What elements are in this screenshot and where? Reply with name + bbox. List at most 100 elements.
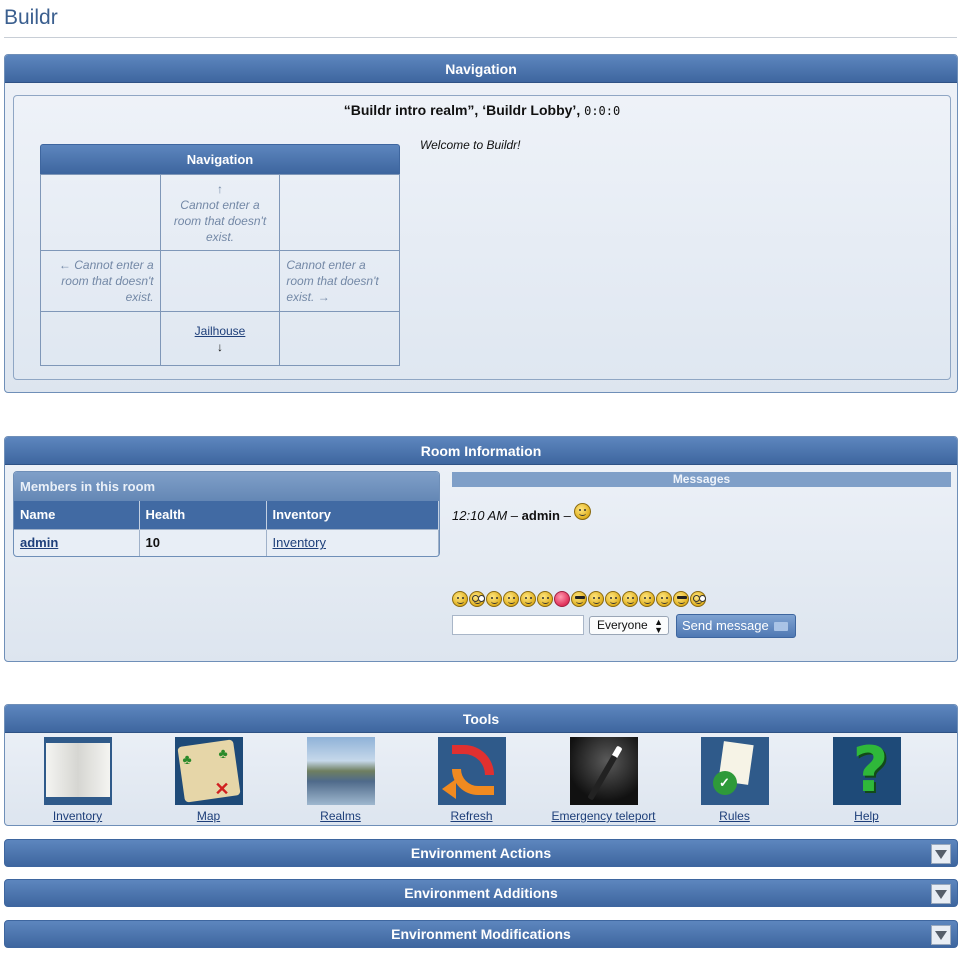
navigation-grid-table: ↑ Cannot enter a room that doesn't exist… [40, 174, 400, 366]
environment-actions-bar[interactable]: Environment Actions [4, 839, 958, 867]
column-header-health: Health [139, 501, 267, 529]
right-arrow-icon: → [317, 290, 330, 304]
shocked-icon[interactable] [690, 591, 706, 607]
environment-actions-label: Environment Actions [410, 845, 552, 861]
nav-cell-west: ← Cannot enter a room that doesn't exist… [40, 250, 161, 312]
members-box: Members in this room Name Health Invento… [13, 471, 440, 557]
room-information-header: Room Information [5, 437, 957, 465]
nav-cell-south: Jailhouse ↓ [159, 311, 281, 366]
envelope-icon [774, 622, 788, 631]
smiley-picker [452, 591, 707, 607]
smiley-icon [574, 503, 592, 520]
east-status: Cannot enter a room that doesn't exist. [286, 258, 379, 304]
room-information-panel: Room Information Members in this room Na… [4, 436, 958, 662]
heart-icon[interactable] [554, 591, 570, 607]
tools-header: Tools [5, 705, 957, 733]
refresh-arrow-icon[interactable] [437, 737, 506, 805]
chat-message-input[interactable] [452, 615, 584, 635]
north-status: Cannot enter a room that doesn't exist. [173, 197, 267, 244]
tool-label-emergency-teleport[interactable]: Emergency teleport [538, 809, 669, 823]
recipient-select[interactable]: Everyone ▲ ▼ [589, 616, 669, 635]
sunglasses-icon[interactable] [673, 591, 689, 607]
checklist-icon[interactable]: ✓ [700, 737, 769, 805]
teeth-icon[interactable] [656, 591, 672, 607]
neutral-icon[interactable] [622, 591, 638, 607]
realm-name: “Buildr intro realm”, ‘Buildr Lobby’, [343, 102, 581, 118]
down-arrow-icon: ↓ [216, 339, 223, 354]
environment-additions-label: Environment Additions [404, 885, 558, 901]
members-title: Members in this room [14, 472, 439, 501]
magic-wand-icon[interactable] [569, 737, 638, 805]
tool-refresh[interactable]: Refresh [406, 737, 537, 823]
send-message-label: Send message [682, 618, 769, 633]
nav-cell-sw [40, 311, 161, 366]
tools-row: Inventory ✕ ♣ ♣ Map Realms Refresh Emerg… [5, 737, 957, 827]
navigation-panel-header: Navigation [5, 55, 957, 83]
tool-help[interactable]: ? Help [801, 737, 932, 823]
message-separator: – [510, 508, 519, 523]
laugh-icon[interactable] [588, 591, 604, 607]
tool-realms[interactable]: Realms [275, 737, 406, 823]
nav-cell-se [279, 311, 400, 366]
nav-cell-north: ↑ Cannot enter a room that doesn't exist… [159, 174, 281, 251]
tool-label-realms[interactable]: Realms [275, 809, 406, 823]
cool-icon[interactable] [571, 591, 587, 607]
recipient-selected: Everyone [597, 618, 648, 632]
nav-cell-ne [279, 174, 400, 251]
title-divider [4, 37, 957, 38]
tool-emergency-teleport[interactable]: Emergency teleport [538, 737, 669, 823]
tool-label-rules[interactable]: Rules [669, 809, 800, 823]
left-arrow-icon: ← [58, 258, 71, 272]
members-table: Name Health Inventory admin 10 Inventory [14, 501, 439, 556]
messages-title: Messages [452, 472, 951, 487]
confused-icon[interactable] [537, 591, 553, 607]
expand-toggle-icon[interactable] [931, 844, 951, 864]
nav-link-jailhouse[interactable]: Jailhouse [195, 324, 246, 338]
navigation-grid: Navigation ↑ Cannot enter a room that do… [40, 144, 400, 366]
sad-icon[interactable] [605, 591, 621, 607]
grin-icon[interactable] [503, 591, 519, 607]
question-mark-icon[interactable]: ? [832, 737, 901, 805]
nav-cell-center [159, 250, 281, 312]
nav-cell-east: Cannot enter a room that doesn't exist. … [279, 250, 400, 312]
tool-label-help[interactable]: Help [801, 809, 932, 823]
navigation-panel: Navigation “Buildr intro realm”, ‘Buildr… [4, 54, 958, 393]
member-health: 10 [139, 528, 267, 556]
column-header-inventory: Inventory [266, 501, 439, 529]
column-header-name: Name [14, 501, 140, 529]
realm-coordinates: 0:0:0 [584, 104, 621, 118]
tools-panel: Tools Inventory ✕ ♣ ♣ Map Realms Refresh… [4, 704, 958, 826]
expand-toggle-icon[interactable] [931, 925, 951, 945]
tool-inventory[interactable]: Inventory [12, 737, 143, 823]
expand-toggle-icon[interactable] [931, 884, 951, 904]
wink-icon[interactable] [520, 591, 536, 607]
table-row: admin 10 Inventory [14, 528, 439, 556]
book-icon[interactable] [43, 737, 112, 805]
treasure-map-icon[interactable]: ✕ ♣ ♣ [174, 737, 243, 805]
select-arrows-icon: ▲ ▼ [654, 617, 663, 635]
tool-label-map[interactable]: Map [143, 809, 274, 823]
landscape-icon[interactable] [306, 737, 375, 805]
environment-additions-bar[interactable]: Environment Additions [4, 879, 958, 907]
tool-rules[interactable]: ✓ Rules [669, 737, 800, 823]
nav-cell-nw [40, 174, 161, 251]
tool-label-refresh[interactable]: Refresh [406, 809, 537, 823]
sleepy-icon[interactable] [486, 591, 502, 607]
tool-map[interactable]: ✕ ♣ ♣ Map [143, 737, 274, 823]
tool-label-inventory[interactable]: Inventory [12, 809, 143, 823]
environment-modifications-label: Environment Modifications [391, 926, 571, 942]
message-user: admin [521, 508, 560, 523]
message-item: 12:10 AM – admin – [452, 503, 592, 523]
environment-modifications-bar[interactable]: Environment Modifications [4, 920, 958, 948]
up-arrow-icon: ↑ [216, 181, 223, 196]
navigation-inner: “Buildr intro realm”, ‘Buildr Lobby’, 0:… [13, 95, 951, 380]
smile-icon[interactable] [452, 591, 468, 607]
tongue-icon[interactable] [639, 591, 655, 607]
realm-location: “Buildr intro realm”, ‘Buildr Lobby’, 0:… [14, 102, 950, 118]
member-name-link[interactable]: admin [20, 535, 58, 550]
send-message-button[interactable]: Send message [676, 614, 796, 638]
member-inventory-link[interactable]: Inventory [273, 535, 326, 550]
nerd-icon[interactable] [469, 591, 485, 607]
west-status: Cannot enter a room that doesn't exist. [61, 258, 154, 304]
welcome-message: Welcome to Buildr! [420, 138, 521, 152]
